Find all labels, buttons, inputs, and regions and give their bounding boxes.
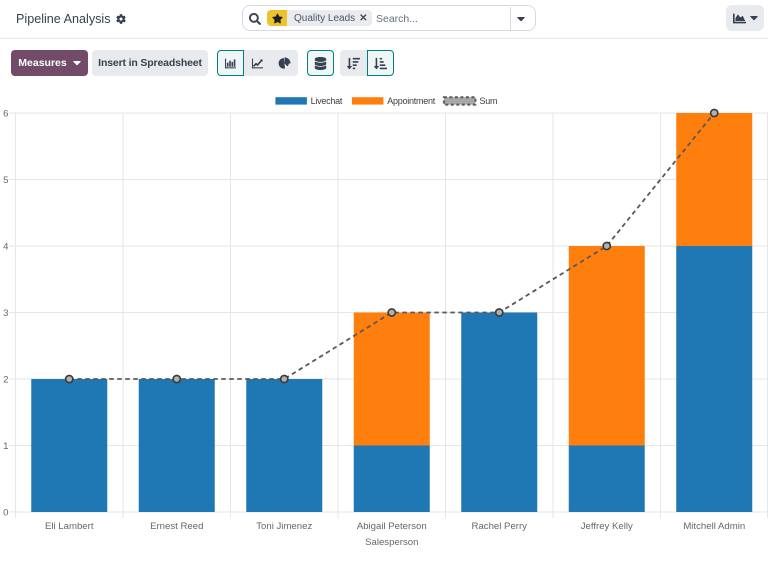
svg-text:Ernest Reed: Ernest Reed <box>150 521 203 532</box>
svg-text:Mitchell Admin: Mitchell Admin <box>683 521 745 532</box>
svg-text:3: 3 <box>3 308 8 319</box>
svg-text:Appointment: Appointment <box>387 96 436 106</box>
svg-text:Rachel Perry: Rachel Perry <box>472 521 528 532</box>
svg-text:Livechat: Livechat <box>311 96 343 106</box>
svg-text:2: 2 <box>3 375 8 386</box>
svg-text:Eli Lambert: Eli Lambert <box>45 521 94 532</box>
svg-text:Salesperson: Salesperson <box>365 537 418 548</box>
svg-text:6: 6 <box>3 109 8 120</box>
svg-text:0: 0 <box>3 508 8 519</box>
svg-text:1: 1 <box>3 441 8 452</box>
svg-text:Sum: Sum <box>480 96 498 106</box>
svg-text:Abigail Peterson: Abigail Peterson <box>357 521 427 532</box>
svg-text:Toni Jimenez: Toni Jimenez <box>256 521 312 532</box>
svg-text:Jeffrey Kelly: Jeffrey Kelly <box>581 521 633 532</box>
svg-text:4: 4 <box>3 242 9 253</box>
svg-text:5: 5 <box>3 175 8 186</box>
